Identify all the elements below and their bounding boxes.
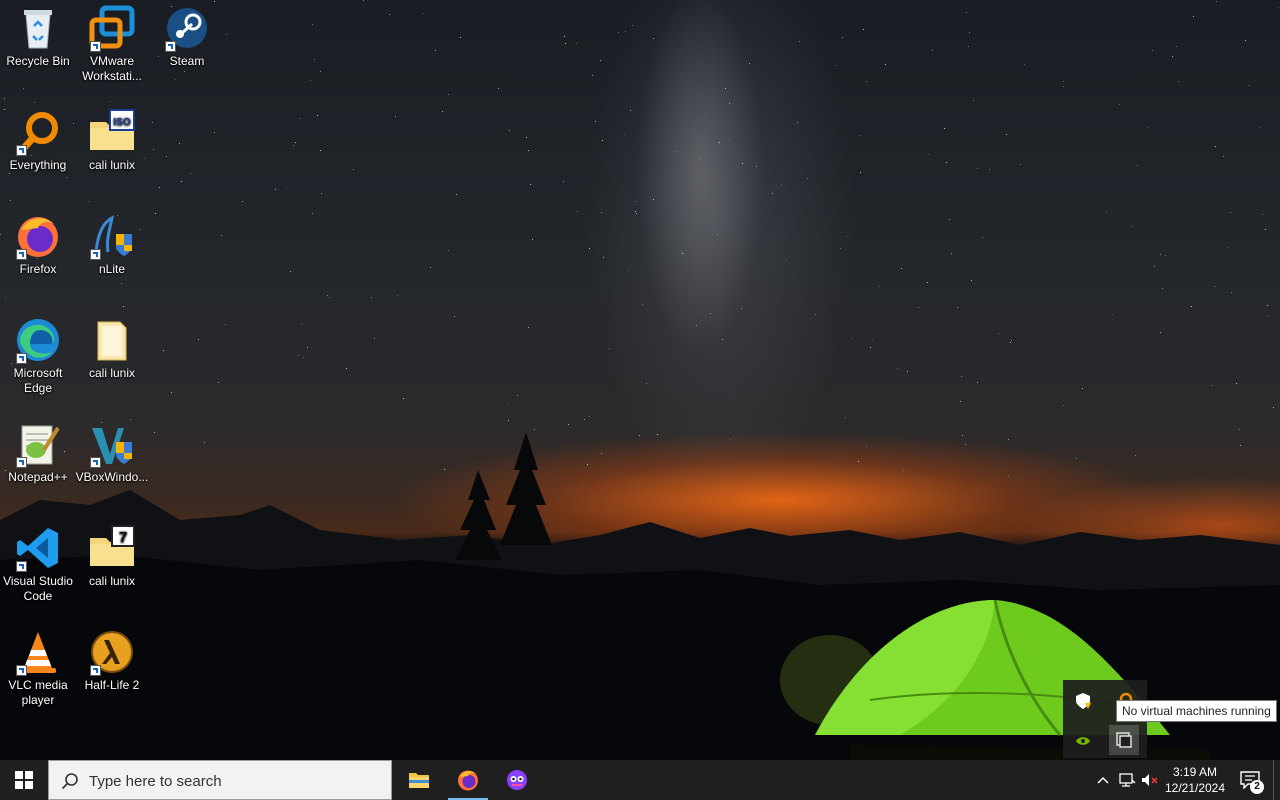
- tray-tooltip: No virtual machines running: [1116, 700, 1277, 722]
- clock-date: 12/21/2024: [1164, 781, 1226, 795]
- desktop-icon-label: cali lunix: [88, 158, 136, 172]
- shortcut-arrow-icon: [90, 41, 101, 52]
- search-placeholder: Type here to search: [89, 773, 222, 790]
- notification-count-badge: 2: [1250, 780, 1264, 794]
- desktop-icon-cali-lunix-7z[interactable]: 7 cali lunix: [74, 520, 150, 589]
- desktop-icon-notepadpp[interactable]: Notepad++: [0, 416, 76, 485]
- security-shield-icon: [1076, 693, 1091, 709]
- desktop-icon-label: cali lunix: [88, 574, 136, 588]
- desktop-icon-label: cali lunix: [88, 366, 136, 380]
- taskbar: Type here to search 3:19 AM 12/21/2024 2: [0, 760, 1280, 800]
- tray-item-security[interactable]: [1068, 686, 1098, 716]
- clock-time: 3:19 AM: [1172, 765, 1218, 779]
- shortcut-arrow-icon: [16, 353, 27, 364]
- desktop-icon-half-life-2[interactable]: Half-Life 2: [74, 624, 150, 693]
- svg-text:7: 7: [119, 529, 127, 546]
- document-folder-icon: [97, 321, 127, 361]
- desktop-icon-vlc[interactable]: VLC media player: [0, 624, 76, 708]
- network-button[interactable]: [1116, 760, 1138, 800]
- svg-text:ISO: ISO: [113, 117, 130, 128]
- shortcut-arrow-icon: [16, 457, 27, 468]
- windows-logo-icon: [15, 771, 33, 789]
- firefox-icon: [458, 770, 478, 791]
- desktop-icon-label: VMware Workstati...: [82, 54, 142, 83]
- vm-window-icon: [1116, 732, 1132, 748]
- folder-icon: [409, 773, 429, 788]
- desktop-icon-label: Recycle Bin: [6, 54, 70, 68]
- desktop-icon-label: Visual Studio Code: [3, 574, 73, 603]
- desktop-icon-steam[interactable]: Steam: [149, 0, 225, 69]
- shortcut-arrow-icon: [16, 145, 27, 156]
- tray-item-nvidia[interactable]: [1068, 726, 1098, 756]
- desktop-icon-label: VLC media player: [8, 678, 68, 707]
- show-desktop-button[interactable]: [1273, 760, 1280, 800]
- shortcut-arrow-icon: [16, 249, 27, 260]
- search-icon: [61, 773, 78, 790]
- desktop-icon-label: Half-Life 2: [84, 678, 140, 692]
- taskbar-app-firefox[interactable]: [444, 760, 492, 800]
- network-icon: [1119, 773, 1136, 787]
- taskbar-app-purple[interactable]: [493, 760, 541, 800]
- nvidia-icon: [1076, 737, 1090, 745]
- shortcut-arrow-icon: [16, 665, 27, 676]
- tray-item-vm-window[interactable]: [1109, 725, 1139, 755]
- shortcut-arrow-icon: [16, 561, 27, 572]
- volume-button[interactable]: [1140, 760, 1160, 800]
- desktop-icon-firefox[interactable]: Firefox: [0, 208, 76, 277]
- desktop-icon-cali-lunix-doc[interactable]: cali lunix: [74, 312, 150, 381]
- taskbar-app-file-explorer[interactable]: [395, 760, 443, 800]
- shortcut-arrow-icon: [165, 41, 176, 52]
- desktop-icon-microsoft-edge[interactable]: Microsoft Edge: [0, 312, 76, 396]
- desktop-icon-label: Firefox: [19, 262, 57, 276]
- show-hidden-icons-button[interactable]: [1094, 760, 1112, 800]
- chevron-up-icon: [1097, 776, 1109, 784]
- mountain-silhouette: [0, 432, 1280, 760]
- desktop-icon-cali-lunix-iso[interactable]: ISO cali lunix: [74, 104, 150, 173]
- desktop-icon-label: Microsoft Edge: [13, 366, 63, 395]
- purple-app-icon: [507, 770, 527, 790]
- desktop-icon-label: VBoxWindo...: [75, 470, 149, 484]
- desktop-icon-label: Everything: [9, 158, 67, 172]
- desktop-icon-label: Steam: [169, 54, 205, 68]
- desktop-icon-vmware[interactable]: VMware Workstati...: [74, 0, 150, 84]
- shortcut-arrow-icon: [90, 249, 101, 260]
- taskbar-search-box[interactable]: Type here to search: [48, 760, 392, 800]
- desktop-icon-vscode[interactable]: Visual Studio Code: [0, 520, 76, 604]
- shortcut-arrow-icon: [90, 457, 101, 468]
- desktop-icon-everything[interactable]: Everything: [0, 104, 76, 173]
- desktop-icon-nlite[interactable]: nLite: [74, 208, 150, 277]
- taskbar-clock[interactable]: 3:19 AM 12/21/2024: [1160, 764, 1230, 796]
- iso-folder-icon: ISO: [90, 109, 135, 150]
- 7z-folder-icon: 7: [90, 525, 135, 566]
- volume-muted-icon: [1142, 774, 1158, 786]
- shortcut-arrow-icon: [90, 665, 101, 676]
- desktop-icon-vboxwindows[interactable]: VBoxWindo...: [74, 416, 150, 485]
- desktop-icon-recycle-bin[interactable]: Recycle Bin: [0, 0, 76, 69]
- desktop-icon-label: Notepad++: [8, 470, 68, 484]
- recycle-bin-icon: [24, 10, 52, 49]
- desktop-wallpaper: [0, 0, 1280, 760]
- desktop-icon-label: nLite: [98, 262, 126, 276]
- action-center-button[interactable]: 2: [1232, 760, 1268, 800]
- start-button[interactable]: [0, 760, 48, 800]
